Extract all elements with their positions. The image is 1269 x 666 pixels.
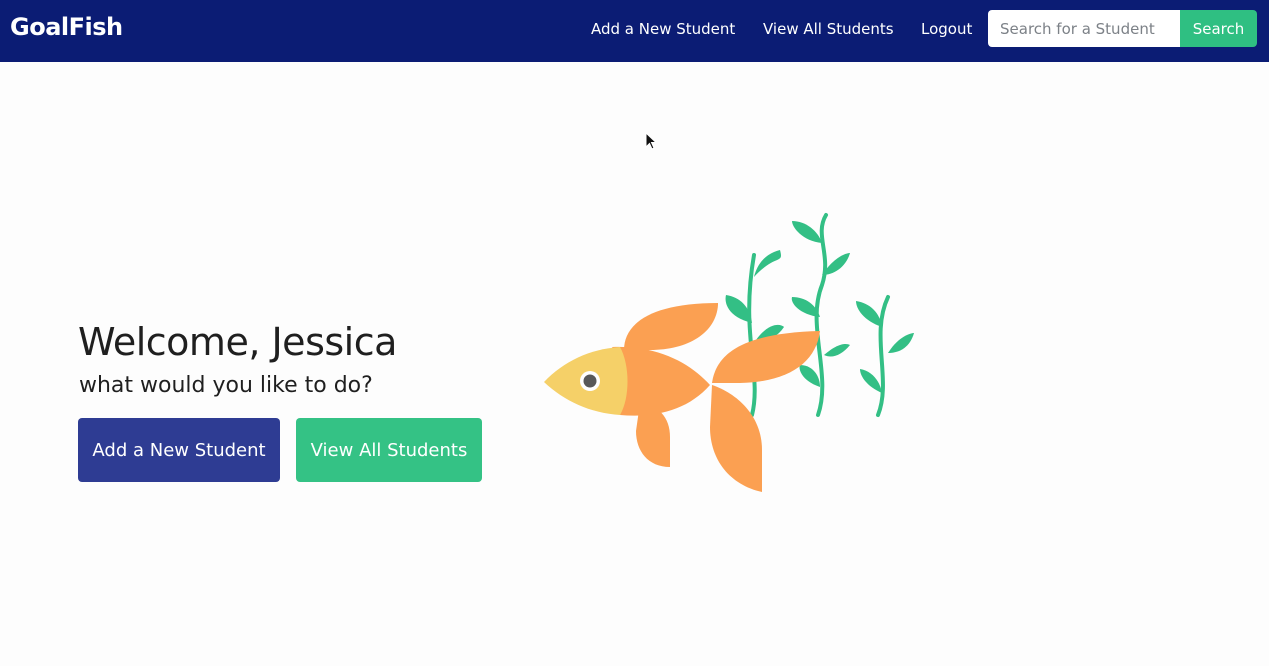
welcome-subtitle: what would you like to do? xyxy=(79,373,373,398)
goldfish-illustration xyxy=(544,213,914,492)
mouse-cursor-icon xyxy=(645,132,658,150)
nav-link-logout[interactable]: Logout xyxy=(921,20,972,38)
view-students-button[interactable]: View All Students xyxy=(296,418,482,482)
search-button[interactable]: Search xyxy=(1180,10,1257,47)
welcome-heading: Welcome, Jessica xyxy=(78,320,397,364)
top-navbar: GoalFish Add a New Student View All Stud… xyxy=(0,0,1269,62)
nav-link-add-student[interactable]: Add a New Student xyxy=(591,20,735,38)
add-student-button[interactable]: Add a New Student xyxy=(78,418,280,482)
nav-link-view-students[interactable]: View All Students xyxy=(763,20,894,38)
search-input[interactable] xyxy=(988,10,1180,47)
brand-logo[interactable]: GoalFish xyxy=(10,13,123,41)
